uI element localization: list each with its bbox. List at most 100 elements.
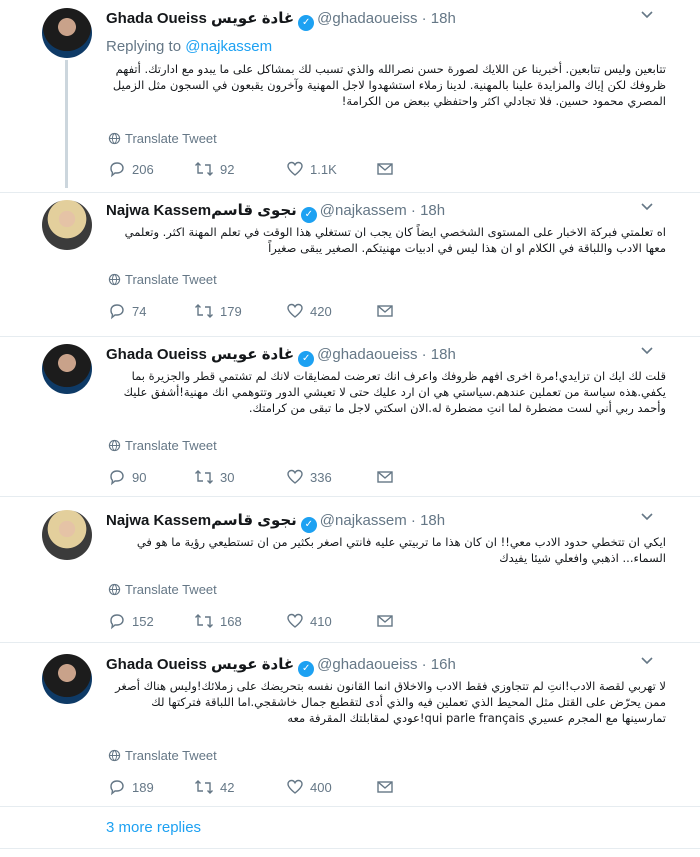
author-name[interactable]: Ghada Oueiss bbox=[106, 346, 207, 363]
avatar[interactable] bbox=[42, 344, 92, 394]
author-handle[interactable]: @ghadaoueiss bbox=[317, 346, 417, 363]
author-arabic-name[interactable]: غادة عويس bbox=[211, 10, 294, 27]
retweet-button[interactable]: 92 bbox=[194, 160, 234, 178]
like-count: 400 bbox=[310, 780, 332, 795]
direct-message-button[interactable] bbox=[376, 160, 400, 178]
retweet-icon bbox=[195, 304, 213, 318]
translate-tweet-link[interactable]: Translate Tweet bbox=[108, 272, 217, 287]
author-name[interactable]: Ghada Oueiss bbox=[106, 656, 207, 673]
timestamp[interactable]: 18h bbox=[420, 202, 445, 219]
globe-icon bbox=[108, 749, 121, 762]
author-arabic-name[interactable]: غادة عويس bbox=[211, 346, 294, 363]
like-button[interactable]: 420 bbox=[286, 302, 332, 320]
author-arabic-name[interactable]: نجوى قاسم bbox=[211, 202, 297, 219]
tweet-thread: Ghada Oueiss غادة عويس ✓ @ghadaoueiss · 18… bbox=[0, 0, 700, 857]
chevron-down-icon[interactable] bbox=[640, 344, 654, 358]
tweet-actions: 206 92 1.1K bbox=[108, 160, 408, 180]
separator-dot: · bbox=[410, 512, 416, 529]
replying-mention-link[interactable]: @najkassem bbox=[185, 38, 272, 55]
reply-button[interactable]: 152 bbox=[108, 612, 154, 630]
tweet-divider bbox=[0, 336, 700, 337]
reply-count: 90 bbox=[132, 470, 147, 485]
timestamp[interactable]: 16h bbox=[431, 656, 456, 673]
reply-count: 206 bbox=[132, 162, 154, 177]
retweet-icon bbox=[195, 780, 213, 794]
chevron-down-icon[interactable] bbox=[640, 654, 654, 668]
direct-message-button[interactable] bbox=[376, 778, 400, 796]
separator-dot: · bbox=[421, 656, 427, 673]
author-handle[interactable]: @ghadaoueiss bbox=[317, 10, 417, 27]
translate-label: Translate Tweet bbox=[125, 131, 217, 146]
tweet-divider bbox=[0, 496, 700, 497]
tweet-item[interactable]: Najwa Kassemنجوى قاسم ✓ @najkassem · 18h ا… bbox=[0, 510, 700, 638]
tweet-text: تتابعين وليس تتابعين. أخبرينا عن اللايك … bbox=[112, 62, 666, 108]
reply-button[interactable]: 74 bbox=[108, 302, 146, 320]
retweet-button[interactable]: 168 bbox=[194, 612, 242, 630]
avatar[interactable] bbox=[42, 510, 92, 560]
translate-tweet-link[interactable]: Translate Tweet bbox=[108, 438, 217, 453]
more-replies-link[interactable]: 3 more replies bbox=[106, 819, 201, 836]
tweet-item[interactable]: Ghada Oueiss غادة عويس ✓ @ghadaoueiss · 18… bbox=[0, 344, 700, 500]
author-name[interactable]: Najwa Kassem bbox=[106, 512, 211, 529]
retweet-count: 92 bbox=[220, 162, 235, 177]
heart-icon bbox=[287, 303, 303, 318]
direct-message-button[interactable] bbox=[376, 302, 400, 320]
tweet-item[interactable]: Najwa Kassemنجوى قاسم ✓ @najkassem · 18h ا… bbox=[0, 200, 700, 340]
translate-tweet-link[interactable]: Translate Tweet bbox=[108, 582, 217, 597]
tweet-text: قلت لك ايك ان تزايدي!مرة اخرى افهم ظروفك… bbox=[123, 369, 666, 415]
author-arabic-name[interactable]: نجوى قاسم bbox=[211, 512, 297, 529]
tweet-actions: 189 42 400 bbox=[108, 778, 408, 798]
direct-message-button[interactable] bbox=[376, 468, 400, 486]
author-handle[interactable]: @najkassem bbox=[320, 202, 407, 219]
tweet-header: Ghada Oueiss غادة عويس ✓ @ghadaoueiss · 18… bbox=[106, 346, 456, 367]
verified-icon: ✓ bbox=[298, 15, 315, 31]
verified-icon: ✓ bbox=[298, 351, 315, 367]
tweet-item[interactable]: Ghada Oueiss غادة عويس ✓ @ghadaoueiss · 18… bbox=[0, 8, 700, 188]
like-button[interactable]: 336 bbox=[286, 468, 332, 486]
timestamp[interactable]: 18h bbox=[431, 10, 456, 27]
retweet-count: 42 bbox=[220, 780, 235, 795]
reply-count: 152 bbox=[132, 614, 154, 629]
tweet-item[interactable]: Ghada Oueiss غادة عويس ✓ @ghadaoueiss · 16… bbox=[0, 654, 700, 804]
retweet-count: 168 bbox=[220, 614, 242, 629]
retweet-count: 30 bbox=[220, 470, 235, 485]
retweet-button[interactable]: 179 bbox=[194, 302, 242, 320]
tweet-divider bbox=[0, 806, 700, 807]
translate-tweet-link[interactable]: Translate Tweet bbox=[108, 131, 217, 146]
like-count: 410 bbox=[310, 614, 332, 629]
timestamp[interactable]: 18h bbox=[420, 512, 445, 529]
like-button[interactable]: 1.1K bbox=[286, 160, 337, 178]
like-count: 1.1K bbox=[310, 162, 337, 177]
reply-button[interactable]: 189 bbox=[108, 778, 154, 796]
chevron-down-icon[interactable] bbox=[640, 510, 654, 524]
tweet-text: ايكي ان تتخطي حدود الادب معي!! ان كان هذ… bbox=[136, 535, 666, 565]
retweet-button[interactable]: 42 bbox=[194, 778, 234, 796]
envelope-icon bbox=[377, 163, 393, 175]
translate-tweet-link[interactable]: Translate Tweet bbox=[108, 748, 217, 763]
chevron-down-icon[interactable] bbox=[640, 8, 654, 22]
thread-connector bbox=[65, 60, 68, 188]
author-arabic-name[interactable]: غادة عويس bbox=[211, 656, 294, 673]
tweet-divider bbox=[0, 192, 700, 193]
reply-button[interactable]: 206 bbox=[108, 160, 154, 178]
envelope-icon bbox=[377, 781, 393, 793]
heart-icon bbox=[287, 161, 303, 176]
retweet-button[interactable]: 30 bbox=[194, 468, 234, 486]
tweet-header: Najwa Kassemنجوى قاسم ✓ @najkassem · 18h bbox=[106, 202, 445, 223]
direct-message-button[interactable] bbox=[376, 612, 400, 630]
reply-button[interactable]: 90 bbox=[108, 468, 146, 486]
like-button[interactable]: 400 bbox=[286, 778, 332, 796]
timestamp[interactable]: 18h bbox=[431, 346, 456, 363]
avatar[interactable] bbox=[42, 8, 92, 58]
envelope-icon bbox=[377, 471, 393, 483]
like-button[interactable]: 410 bbox=[286, 612, 332, 630]
author-handle[interactable]: @ghadaoueiss bbox=[317, 656, 417, 673]
globe-icon bbox=[108, 273, 121, 286]
author-name[interactable]: Najwa Kassem bbox=[106, 202, 211, 219]
avatar[interactable] bbox=[42, 654, 92, 704]
chevron-down-icon[interactable] bbox=[640, 200, 654, 214]
author-name[interactable]: Ghada Oueiss bbox=[106, 10, 207, 27]
author-handle[interactable]: @najkassem bbox=[320, 512, 407, 529]
like-count: 420 bbox=[310, 304, 332, 319]
avatar[interactable] bbox=[42, 200, 92, 250]
